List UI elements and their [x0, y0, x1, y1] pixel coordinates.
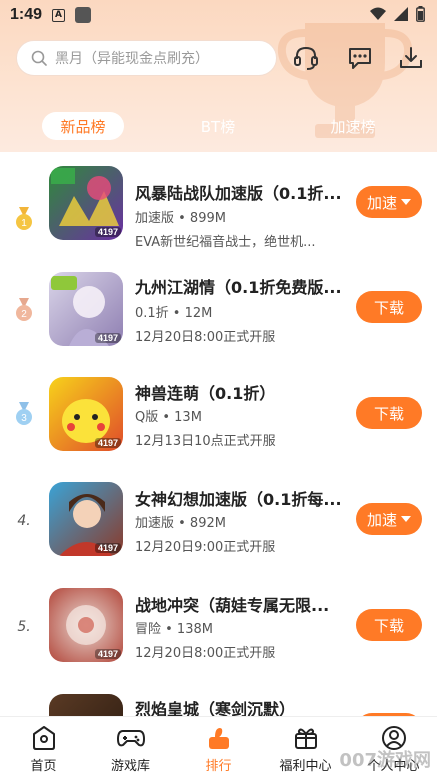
game-icon[interactable]: 4197 — [49, 166, 123, 240]
home-icon — [32, 726, 55, 750]
svg-text:2: 2 — [21, 309, 27, 320]
download-button[interactable]: 下载 — [356, 291, 422, 323]
gift-icon — [294, 728, 317, 749]
game-icon[interactable]: 4197 — [49, 482, 123, 556]
game-icon[interactable]: 4197 — [49, 588, 123, 662]
game-icon[interactable]: 4197 — [49, 272, 123, 346]
icon-badge: 4197 — [94, 227, 121, 237]
game-title: 女神幻想加速版（0.1折每... — [135, 490, 342, 509]
nav-label: 游戏库 — [110, 759, 150, 774]
ranking-icon — [208, 728, 229, 749]
bottom-navigation: 首页 游戏库 排行 福利中心 个人中心 — [0, 716, 437, 776]
caret-down-icon — [401, 199, 411, 205]
nav-game-library[interactable]: 游戏库 — [87, 717, 174, 776]
game-icon[interactable] — [49, 694, 123, 716]
download-icon[interactable] — [396, 43, 426, 73]
list-item[interactable]: 5. 4197 战地冲突（葫娃专属无限... 冒险 • 138M 12月20日8… — [0, 588, 437, 693]
notification-square-icon — [75, 7, 92, 23]
game-meta: Q版 • 13M — [135, 410, 202, 425]
notification-a-icon: A — [52, 8, 66, 22]
customer-service-icon[interactable] — [291, 43, 321, 73]
nav-label: 排行 — [205, 759, 232, 774]
tab-accelerated[interactable]: 加速榜 — [314, 112, 392, 140]
download-button[interactable]: 下载 — [356, 397, 422, 429]
status-time: 1:49 — [10, 6, 43, 23]
game-title: 战地冲突（葫娃专属无限... — [135, 596, 330, 615]
list-item[interactable]: 3 4197 神兽连萌（0.1折） Q版 • 13M 12月13日10点正式开服… — [0, 376, 437, 481]
game-meta: 加速版 • 892M — [135, 516, 226, 531]
icon-badge: 4197 — [94, 649, 121, 659]
nav-label: 首页 — [30, 759, 57, 774]
game-meta: 冒险 • 138M — [135, 622, 213, 637]
download-button[interactable]: 下载 — [356, 609, 422, 641]
game-title: 风暴陆战队加速版（0.1折... — [135, 184, 342, 203]
gamepad-icon — [116, 730, 145, 747]
nav-welfare-center[interactable]: 福利中心 — [262, 717, 349, 776]
svg-text:3: 3 — [21, 413, 27, 424]
list-item[interactable]: 烈焰皇城（寒剑沉默） — [0, 692, 437, 716]
game-title: 烈焰皇城（寒剑沉默） — [135, 700, 296, 716]
tab-new-products[interactable]: 新品榜 — [42, 112, 124, 140]
nav-label: 福利中心 — [279, 759, 332, 774]
status-bar: 1:49 A — [0, 0, 437, 30]
search-icon — [31, 50, 47, 66]
search-bar[interactable]: 黑月（异能现金点刷充） — [16, 40, 277, 76]
message-icon[interactable] — [345, 43, 375, 73]
game-desc: 12月13日10点正式开服 — [135, 434, 276, 449]
battery-icon — [416, 6, 425, 22]
game-desc: EVA新世纪福音战士，绝世机... — [135, 235, 316, 250]
nav-label: 个人中心 — [367, 759, 420, 774]
game-title: 九州江湖情（0.1折免费版... — [135, 278, 342, 297]
caret-down-icon — [401, 516, 411, 522]
button-label: 加速 — [366, 193, 397, 212]
search-placeholder: 黑月（异能现金点刷充） — [55, 51, 209, 67]
silver-medal-icon: 2 — [16, 298, 32, 321]
header-banner: 1:49 A 黑月（异能现金点刷充） 新品榜 BT榜 加速榜 — [0, 0, 437, 152]
bronze-medal-icon: 3 — [16, 402, 32, 425]
game-title: 神兽连萌（0.1折） — [135, 384, 276, 403]
svg-text:1: 1 — [21, 218, 27, 229]
gold-medal-icon: 1 — [16, 207, 32, 230]
list-item[interactable]: 1 4197 风暴陆战队加速版（0.1折... 加速版 • 899M EVA新世… — [0, 164, 437, 269]
accelerate-button[interactable]: 加速 — [356, 503, 422, 535]
icon-badge: 4197 — [94, 543, 121, 553]
button-label: 加速 — [366, 510, 397, 529]
game-meta: 加速版 • 899M — [135, 211, 226, 226]
game-icon[interactable]: 4197 — [49, 377, 123, 451]
list-item[interactable]: 2 4197 九州江湖情（0.1折免费版... 0.1折 • 12M 12月20… — [0, 270, 437, 375]
rank-number: 4. — [17, 513, 31, 529]
nav-personal-center[interactable]: 个人中心 — [350, 717, 437, 776]
button-label: 下载 — [373, 616, 404, 635]
icon-badge: 4197 — [94, 333, 121, 343]
button-label: 下载 — [373, 404, 404, 423]
wifi-icon — [370, 7, 386, 20]
user-icon — [381, 726, 406, 750]
signal-icon — [394, 7, 408, 21]
game-desc: 12月20日8:00正式开服 — [135, 646, 276, 661]
button-label: 下载 — [373, 298, 404, 317]
game-desc: 12月20日9:00正式开服 — [135, 540, 276, 555]
nav-ranking[interactable]: 排行 — [175, 717, 262, 776]
list-item[interactable]: 4. 4197 女神幻想加速版（0.1折每... 加速版 • 892M 12月2… — [0, 482, 437, 587]
nav-home[interactable]: 首页 — [0, 717, 87, 776]
icon-badge: 4197 — [94, 438, 121, 448]
rank-number: 5. — [17, 619, 31, 635]
tab-bt[interactable]: BT榜 — [180, 112, 256, 140]
game-desc: 12月20日8:00正式开服 — [135, 330, 276, 345]
ranking-tabs: 新品榜 BT榜 加速榜 — [0, 112, 437, 142]
accelerate-button[interactable]: 加速 — [356, 186, 422, 218]
game-meta: 0.1折 • 12M — [135, 306, 213, 321]
